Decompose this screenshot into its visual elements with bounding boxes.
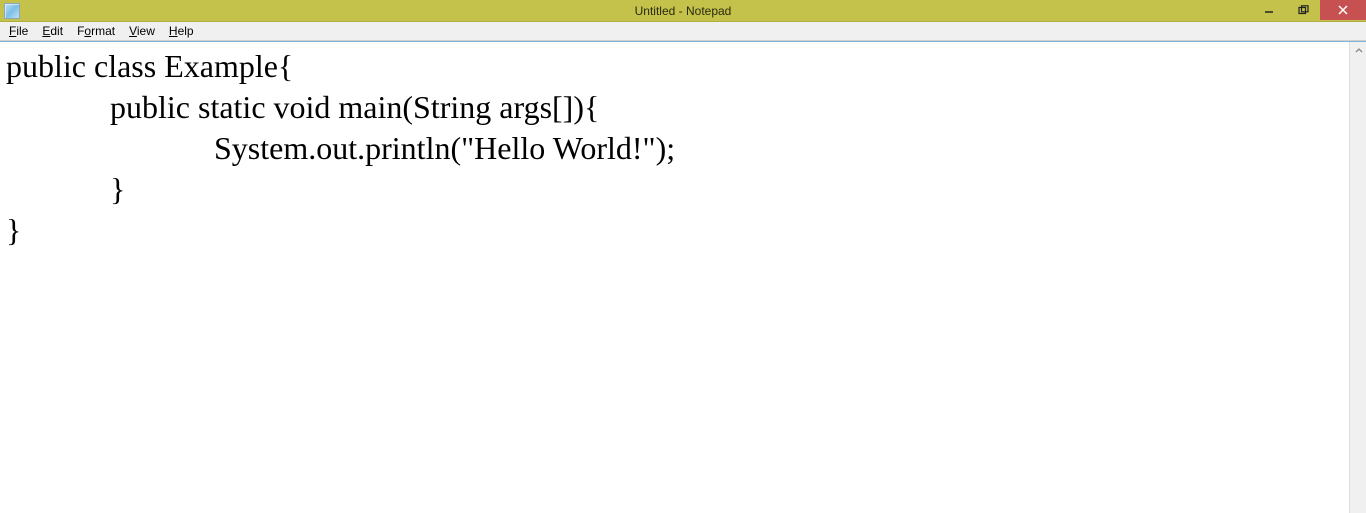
close-button[interactable] bbox=[1320, 0, 1366, 20]
maximize-button[interactable] bbox=[1286, 0, 1320, 20]
menu-file[interactable]: File bbox=[2, 23, 35, 40]
menu-edit[interactable]: Edit bbox=[35, 23, 70, 40]
text-area[interactable]: public class Example{ public static void… bbox=[0, 42, 1349, 513]
scroll-up-icon[interactable] bbox=[1350, 42, 1366, 59]
title-bar: Untitled - Notepad bbox=[0, 0, 1366, 22]
menu-format[interactable]: Format bbox=[70, 23, 122, 40]
vertical-scrollbar[interactable] bbox=[1349, 42, 1366, 513]
notepad-icon bbox=[4, 3, 20, 19]
window-controls bbox=[1252, 0, 1366, 21]
menu-bar: File Edit Format View Help bbox=[0, 22, 1366, 41]
menu-help[interactable]: Help bbox=[162, 23, 201, 40]
window-title: Untitled - Notepad bbox=[635, 4, 732, 18]
menu-view[interactable]: View bbox=[122, 23, 162, 40]
editor-container: public class Example{ public static void… bbox=[0, 41, 1366, 513]
minimize-button[interactable] bbox=[1252, 0, 1286, 20]
